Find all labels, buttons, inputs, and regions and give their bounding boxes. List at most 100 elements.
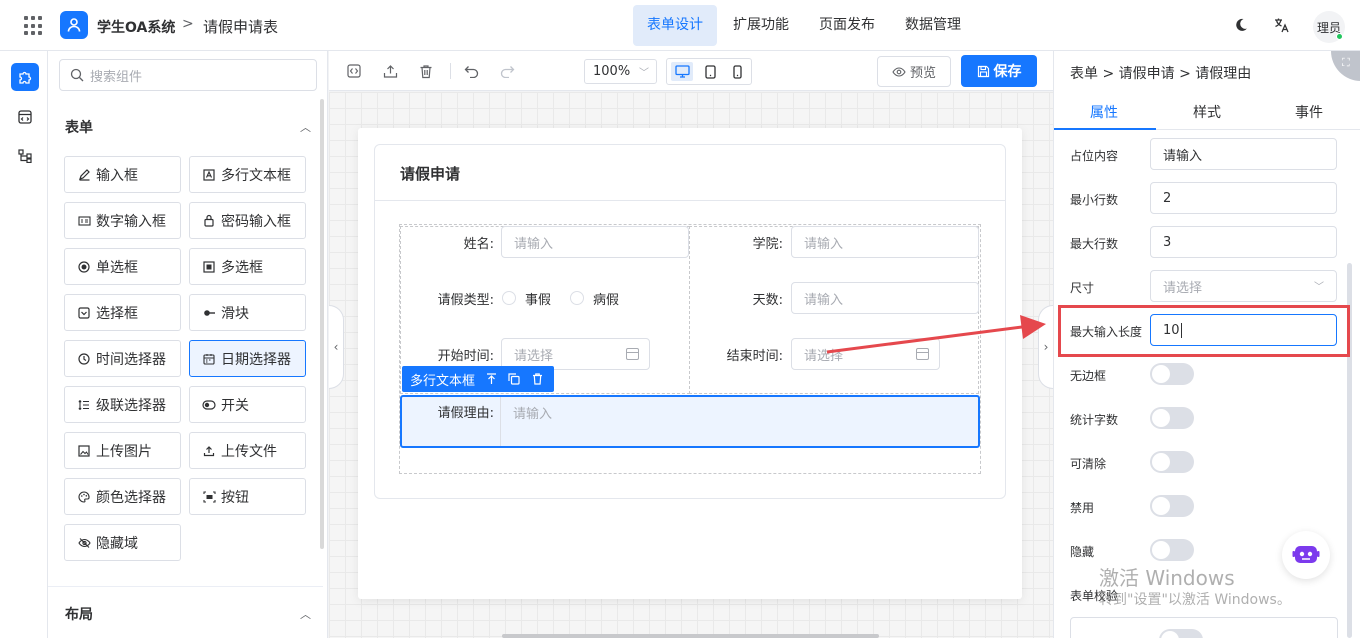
user-logo-icon [67,18,81,32]
search-placeholder: 搜索组件 [90,69,143,85]
component-number-input[interactable]: 数字输入框 [64,202,181,239]
rail-components-button[interactable] [11,63,39,91]
translate-icon[interactable] [1272,15,1292,35]
component-switch[interactable]: 开关 [189,386,306,423]
component-textarea[interactable]: 多行文本框 [189,156,306,193]
field-label-leave-type: 请假类型: [437,293,494,308]
active-tab-indicator [1054,128,1156,130]
component-label: 多行文本框 [221,167,291,184]
user-avatar[interactable]: 理员 [1313,11,1345,43]
code-icon [18,110,32,124]
rail-code-button[interactable] [11,103,39,131]
tab-styles[interactable]: 样式 [1193,102,1221,122]
component-upload-image[interactable]: 上传图片 [64,432,181,469]
fullscreen-corner[interactable]: ⛶ [1331,51,1360,81]
copy-icon[interactable] [507,372,521,386]
collapse-left-button[interactable]: ‹ [329,305,344,389]
tablet-icon [704,64,716,79]
component-password-input[interactable]: 密码输入框 [189,202,306,239]
cascader-icon [77,398,91,412]
breadcrumb-separator: > [182,16,194,32]
name-input[interactable]: 请输入 [501,226,689,258]
disabled-switch[interactable] [1150,495,1194,517]
end-date-picker[interactable]: 请选择 [791,338,940,370]
component-label: 级联选择器 [96,397,166,414]
pencil-icon [77,168,91,182]
validation-switch[interactable] [1159,629,1203,638]
component-time-picker[interactable]: 时间选择器 [64,340,181,377]
palette-icon [77,490,91,504]
nav-tab-form-design[interactable]: 表单设计 [633,5,717,46]
property-tabs: 属性 样式 事件 [1054,93,1360,130]
rail-outline-button[interactable] [11,142,39,170]
radio-label: 事假 [525,293,552,308]
tab-attributes[interactable]: 属性 [1090,102,1118,122]
undo-icon[interactable] [462,62,480,80]
image-icon [77,444,91,458]
move-up-icon[interactable] [484,372,498,386]
assistant-bot-button[interactable] [1282,531,1330,579]
days-input[interactable]: 请输入 [791,282,979,314]
word-count-switch[interactable] [1150,407,1194,429]
borderless-switch[interactable] [1150,363,1194,385]
input-value: 2 [1163,190,1172,206]
component-search-input[interactable]: 搜索组件 [59,59,317,91]
number-icon [77,214,91,228]
chevron-up-icon[interactable]: ︿ [300,119,311,135]
puzzle-icon [19,71,32,84]
component-slider[interactable]: 滑块 [189,294,306,331]
collapse-right-button[interactable]: › [1038,305,1053,389]
component-upload-file[interactable]: 上传文件 [189,432,306,469]
component-checkbox[interactable]: 多选框 [189,248,306,285]
slider-icon [202,306,216,320]
component-button[interactable]: 按钮 [189,478,306,515]
field-label-name: 姓名: [463,237,494,252]
calendar-icon [202,352,216,366]
code-view-icon[interactable] [345,62,363,80]
app-grid-icon[interactable] [24,16,44,36]
component-input[interactable]: 输入框 [64,156,181,193]
component-cascader[interactable]: 级联选择器 [64,386,181,423]
redo-icon[interactable] [498,62,516,80]
placeholder-input[interactable]: 请输入 [1150,138,1337,170]
component-date-picker[interactable]: 日期选择器 [189,340,306,377]
radio-personal-leave[interactable] [502,291,516,305]
dark-mode-moon-icon[interactable] [1231,15,1251,35]
zoom-select[interactable]: 100% ﹀ [584,59,657,84]
nav-tab-extensions[interactable]: 扩展功能 [719,5,803,46]
chevron-up-icon[interactable]: ︿ [300,606,311,622]
online-status-dot [1336,33,1343,40]
canvas-horizontal-scrollbar[interactable] [502,634,879,638]
reason-textarea[interactable]: 请输入 [500,397,978,446]
min-rows-input[interactable]: 2 [1150,182,1337,214]
component-radio[interactable]: 单选框 [64,248,181,285]
size-select[interactable]: 请选择 ﹀ [1150,270,1337,302]
component-hidden-field[interactable]: 隐藏域 [64,524,181,561]
preview-button[interactable]: 预览 [877,56,951,87]
calendar-icon [626,348,639,360]
component-label: 开关 [221,397,249,414]
nav-tab-publish[interactable]: 页面发布 [805,5,889,46]
component-color-picker[interactable]: 颜色选择器 [64,478,181,515]
clearable-switch[interactable] [1150,451,1194,473]
desktop-view-button[interactable] [671,62,693,81]
hidden-switch[interactable] [1150,539,1194,561]
save-button[interactable]: 保存 [961,55,1037,87]
mobile-view-button[interactable] [726,62,748,81]
max-rows-input[interactable]: 3 [1150,226,1337,258]
tab-events[interactable]: 事件 [1295,102,1323,122]
input-placeholder: 请输入 [513,407,553,422]
app-name[interactable]: 学生OA系统 [97,17,175,37]
college-input[interactable]: 请输入 [791,226,979,258]
nav-tab-data[interactable]: 数据管理 [891,5,975,46]
field-label-days: 天数: [752,293,783,308]
trash-icon[interactable] [417,62,435,80]
import-icon[interactable] [381,62,399,80]
tablet-view-button[interactable] [699,62,721,81]
component-panel-scrollbar[interactable] [320,99,324,549]
validation-box[interactable] [1070,617,1338,638]
delete-icon[interactable] [530,372,544,386]
property-breadcrumb: 表单 > 请假申请 > 请假理由 [1070,66,1252,82]
radio-sick-leave[interactable] [570,291,584,305]
component-select[interactable]: 选择框 [64,294,181,331]
